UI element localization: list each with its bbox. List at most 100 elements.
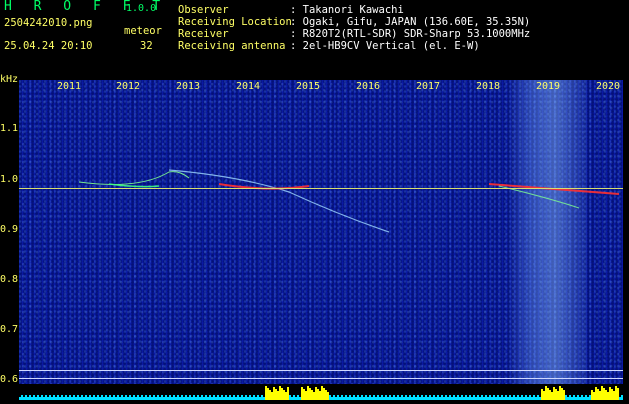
x-tick-10: 2020: [596, 81, 621, 92]
spectrogram-plot: [19, 80, 623, 384]
spectrum-bar: [589, 395, 591, 400]
receiver-value: : R820T2(RTL-SDR) SDR-Sharp 53.1000MHz: [290, 28, 531, 40]
spectrum-bar: [389, 395, 391, 400]
spectrum-bar: [401, 395, 403, 400]
spectrum-bar: [369, 395, 371, 400]
x-tick-7: 2017: [416, 81, 441, 92]
spectrum-bar: [85, 395, 87, 400]
spectrum-bar: [421, 395, 423, 400]
spectrum-bar: [555, 389, 557, 400]
meteor-count: 32: [140, 40, 153, 52]
spectrum-bar: [105, 395, 107, 400]
spectrum-bar: [303, 389, 305, 400]
spectrum-bar: [265, 386, 267, 400]
spectrum-bar: [585, 395, 587, 400]
spectrum-bar: [61, 395, 63, 400]
spectrum-bar: [437, 395, 439, 400]
spectrum-bar: [449, 395, 451, 400]
spectrum-bar: [29, 395, 31, 400]
y-tick-1: 1.1: [0, 123, 19, 134]
spectrum-bar: [277, 391, 279, 400]
spectrum-bar: [305, 391, 307, 400]
spectrum-bar: [357, 395, 359, 400]
spectrum-bar: [377, 395, 379, 400]
spectrum-bar: [41, 395, 43, 400]
meteor-label: meteor: [124, 25, 162, 37]
spectrum-bar: [549, 390, 551, 400]
spectrum-bar: [529, 395, 531, 400]
spectrum-bar: [417, 395, 419, 400]
spectrum-bar: [601, 386, 603, 400]
x-tick-4: 2014: [236, 81, 261, 92]
spectrum-bar: [577, 395, 579, 400]
spectrum-bar: [433, 395, 435, 400]
antenna-label: Receiving antenna: [178, 40, 286, 52]
spectrum-bar: [279, 386, 281, 400]
spectrum-bar: [551, 392, 553, 400]
spectrum-bar: [553, 387, 555, 400]
spectrum-bar: [241, 395, 243, 400]
spectrum-bar: [393, 395, 395, 400]
spectrum-bar: [69, 395, 71, 400]
spectrum-bar: [309, 388, 311, 400]
spectrum-bar: [599, 391, 601, 400]
y-tick-2: 1.0: [0, 174, 19, 185]
spectrum-bar: [113, 395, 115, 400]
spectrum-bar: [405, 395, 407, 400]
spectrum-bar: [321, 386, 323, 400]
spectrum-bar: [565, 395, 567, 400]
spectrum-bar: [333, 395, 335, 400]
spectrum-bar: [283, 390, 285, 400]
spectrum-strip: [19, 384, 623, 400]
spectrum-bar: [213, 395, 215, 400]
image-filename: 2504242010.png: [4, 17, 93, 29]
spectrum-bar: [311, 390, 313, 400]
spectrum-bar: [141, 395, 143, 400]
x-tick-5: 2015: [296, 81, 321, 92]
spectrum-bar: [197, 395, 199, 400]
spectrum-bar: [109, 395, 111, 400]
spectrum-bar: [603, 388, 605, 400]
spectrum-bar: [249, 395, 251, 400]
spectrum-bar: [271, 392, 273, 400]
spectrum-bar: [413, 395, 415, 400]
spectrum-bar: [485, 395, 487, 400]
spectrum-bar: [129, 395, 131, 400]
spectrum-bar: [501, 395, 503, 400]
spectrum-bar: [261, 395, 263, 400]
receiver-label: Receiver: [178, 28, 229, 40]
spectrum-bar: [341, 395, 343, 400]
spectrum-bar: [315, 387, 317, 400]
spectrum-bar: [193, 395, 195, 400]
spectrum-bar: [429, 395, 431, 400]
spectrum-bar: [533, 395, 535, 400]
spectrum-bar: [541, 389, 543, 400]
spectrum-bar: [461, 395, 463, 400]
spectrum-bar: [57, 395, 59, 400]
spectrum-bar: [289, 395, 291, 400]
spectrum-bar: [281, 388, 283, 400]
spectrum-bar: [453, 395, 455, 400]
spectrum-bar: [221, 395, 223, 400]
spectrum-bar: [559, 386, 561, 400]
spectrum-bar: [97, 395, 99, 400]
lower-guide-line-1: [19, 370, 623, 371]
spectrum-bar: [177, 395, 179, 400]
spectrum-bar: [245, 395, 247, 400]
spectrum-bar: [81, 395, 83, 400]
spectrum-bar: [477, 395, 479, 400]
observer-label: Observer: [178, 4, 229, 16]
spectrum-bar: [33, 395, 35, 400]
spectrum-bar: [173, 395, 175, 400]
spectrum-bar: [307, 386, 309, 400]
spectrum-bar: [489, 395, 491, 400]
spectrum-bar: [133, 395, 135, 400]
observer-value: : Takanori Kawachi: [290, 4, 404, 16]
spectrum-bar: [117, 395, 119, 400]
spectrum-bar: [349, 395, 351, 400]
spectrum-bar: [267, 388, 269, 400]
spectrum-bar: [237, 395, 239, 400]
spectrum-bar: [595, 387, 597, 400]
spectrum-bar: [563, 390, 565, 400]
spectrum-bar: [297, 395, 299, 400]
